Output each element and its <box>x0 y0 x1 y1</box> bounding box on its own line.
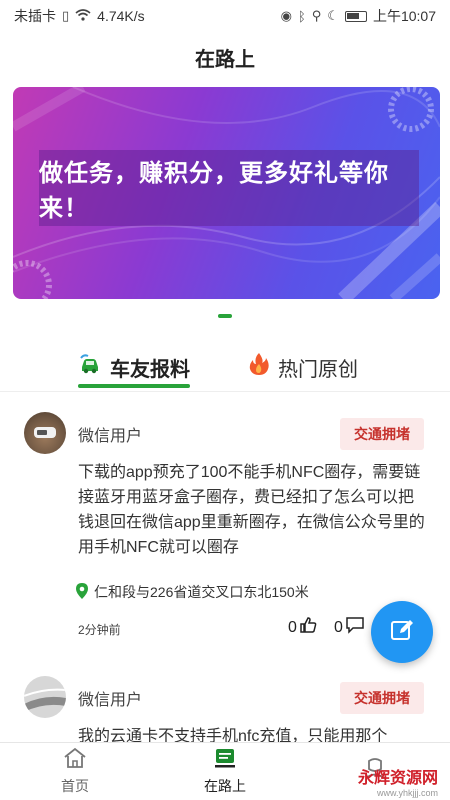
carrier-text: 未插卡 <box>14 8 56 24</box>
tab-label: 热门原创 <box>278 358 358 381</box>
nav-bar: 在路上 <box>0 32 450 82</box>
carousel-dot-active <box>218 314 232 318</box>
compose-button[interactable] <box>371 601 433 663</box>
thumbs-up-icon <box>299 616 317 639</box>
bottom-nav: 首页 在路上 永辉资源网 www.yhkjjj.com <box>0 742 450 800</box>
location-icon: ⚲ <box>311 8 322 23</box>
comment-icon <box>345 616 365 639</box>
watermark-url: www.yhkjjj.com <box>376 788 438 798</box>
banner-panel: 做任务，赚积分，更多好礼等你来！ <box>39 150 419 226</box>
like-button[interactable]: 0 <box>288 616 317 639</box>
nav-on-the-road[interactable]: 在路上 <box>150 743 300 800</box>
tab-label: 车友报料 <box>110 358 190 381</box>
car-icon <box>78 352 102 382</box>
moon-icon: ☾ <box>327 8 339 23</box>
status-left: 未插卡 ▯ 4.74K/s <box>14 6 145 26</box>
tab-car-reports[interactable]: 车友报料 <box>78 342 190 392</box>
page-title: 在路上 <box>195 48 255 71</box>
post-body: 下载的app预充了100不能手机NFC圈存，需要链接蓝牙用蓝牙盒子圈存，费已经扣… <box>78 464 425 556</box>
watermark: 永辉资源网 www.yhkjjj.com <box>358 764 438 798</box>
tab-bar: 车友报料 热门原创 <box>0 342 450 392</box>
post-time: 2分钟前 <box>78 623 121 637</box>
status-bar: 未插卡 ▯ 4.74K/s ◉ ᛒ ⚲ ☾ 上午10:07 <box>0 0 450 32</box>
clock: 上午10:07 <box>372 8 436 24</box>
network-speed: 4.74K/s <box>97 8 145 24</box>
category-tag: 交通拥堵 <box>340 682 424 714</box>
nav-label: 首页 <box>61 778 89 794</box>
home-icon <box>62 747 88 772</box>
avatar[interactable] <box>24 676 66 718</box>
carousel-indicator <box>0 314 450 318</box>
category-tag: 交通拥堵 <box>340 418 424 450</box>
eye-icon: ◉ <box>280 8 292 23</box>
edit-icon <box>389 617 415 648</box>
watermark-text: 永辉资源网 <box>357 770 438 787</box>
avatar[interactable] <box>24 412 66 454</box>
fire-icon <box>248 352 270 382</box>
like-count: 0 <box>288 618 297 636</box>
battery-icon <box>344 10 367 22</box>
nav-home[interactable]: 首页 <box>0 743 150 800</box>
status-right: ◉ ᛒ ⚲ ☾ 上午10:07 <box>281 6 436 26</box>
location-text: 仁和段与226省道交叉口东北150米 <box>94 584 309 600</box>
location-pin-icon <box>76 582 88 602</box>
promo-banner[interactable]: 做任务，赚积分，更多好礼等你来！ <box>13 87 440 299</box>
banner-text: 做任务，赚积分，更多好礼等你来！ <box>39 160 389 222</box>
tab-hot-original[interactable]: 热门原创 <box>248 342 358 392</box>
chat-icon <box>212 747 238 772</box>
post-username[interactable]: 微信用户 <box>78 686 142 710</box>
comment-count: 0 <box>334 618 343 636</box>
sim-icon: ▯ <box>62 8 70 23</box>
post-username[interactable]: 微信用户 <box>78 422 142 446</box>
active-tab-indicator <box>78 384 190 388</box>
wifi-icon <box>75 8 91 24</box>
nav-label: 在路上 <box>204 778 246 794</box>
post-location[interactable]: 仁和段与226省道交叉口东北150米 <box>76 582 309 602</box>
bluetooth-icon: ᛒ <box>297 8 306 24</box>
comment-button[interactable]: 0 <box>334 616 365 639</box>
